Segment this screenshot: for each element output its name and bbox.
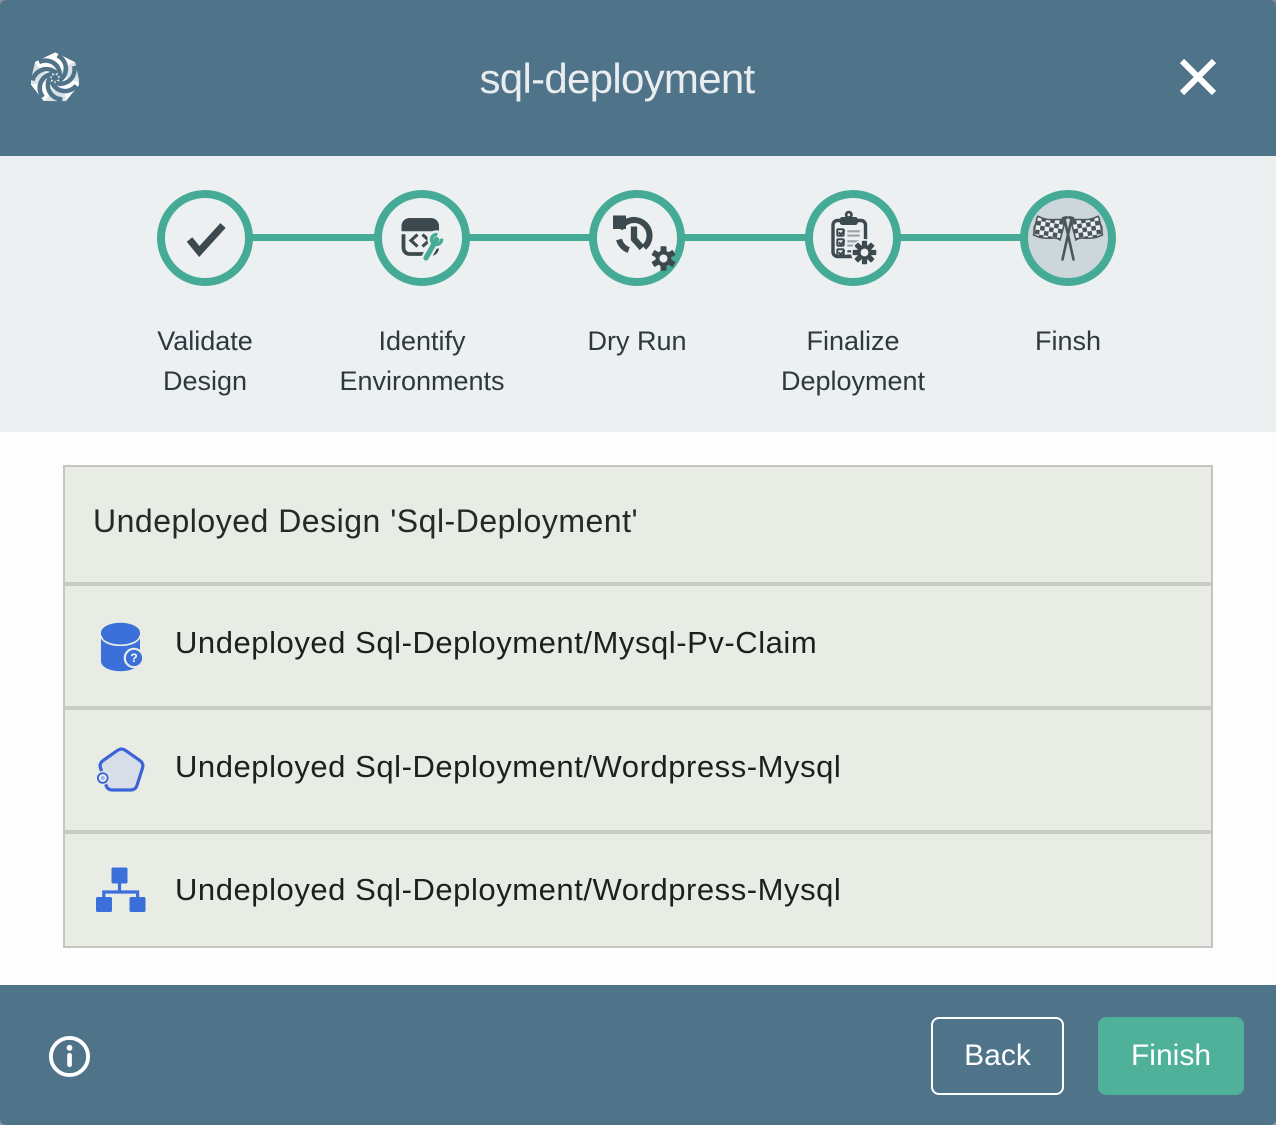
svg-text:?: ?: [130, 651, 137, 665]
